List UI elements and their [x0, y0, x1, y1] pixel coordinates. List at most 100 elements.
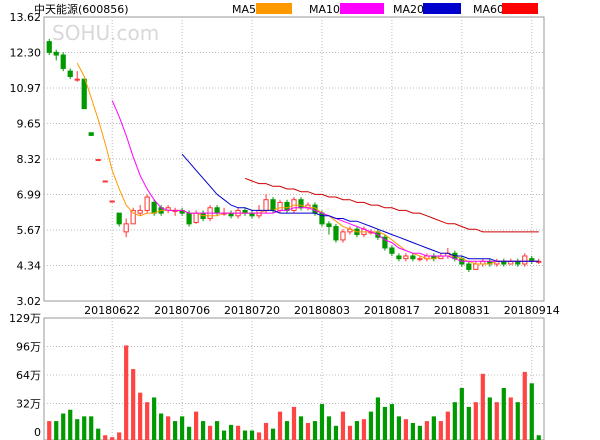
candle-body	[270, 199, 276, 211]
candle-body	[67, 70, 73, 77]
volume-bar	[501, 387, 506, 440]
candle-body	[144, 196, 150, 211]
candle-body	[277, 201, 283, 211]
volume-bar	[459, 387, 464, 440]
volume-bar	[256, 432, 262, 440]
candle-body	[46, 41, 52, 53]
candle-body	[417, 258, 423, 261]
ma-line-ma5	[76, 62, 539, 265]
stock-title: 中天能源(600856)	[34, 2, 129, 16]
volume-bar	[277, 411, 283, 440]
legend-label-ma5: MA5	[232, 3, 256, 16]
legend-swatch-ma20	[423, 3, 461, 14]
volume-bar	[61, 413, 66, 440]
volume-bar	[298, 416, 304, 440]
candle-body	[109, 200, 115, 203]
volume-bar	[291, 406, 297, 440]
price-tick-label: 4.34	[17, 260, 42, 273]
volume-bar	[508, 397, 513, 440]
volume-bar	[522, 371, 527, 440]
date-tick-label: 20180914	[504, 304, 560, 317]
volume-bar	[515, 402, 520, 440]
candle-body	[298, 199, 304, 209]
ma-legend: MA5 MA10 MA20 MA60	[232, 3, 538, 16]
volume-tick-label: 129万	[9, 312, 41, 325]
volume-bar	[228, 424, 234, 440]
date-tick-label: 20180831	[434, 304, 490, 317]
candle-body	[466, 263, 472, 270]
volume-bar	[340, 411, 346, 440]
price-tick-label: 13.62	[10, 11, 42, 24]
legend-swatch-ma60	[502, 3, 538, 14]
volume-bar	[452, 402, 457, 440]
volume-bar	[166, 416, 171, 440]
volume-bar	[347, 425, 353, 440]
candle-body	[389, 247, 395, 254]
volume-bar	[75, 419, 80, 440]
volume-bar	[305, 422, 311, 440]
candle-body	[340, 231, 346, 241]
volume-bar	[270, 428, 276, 440]
volume-tick-label: 96万	[16, 341, 41, 354]
volume-bar	[319, 404, 325, 440]
date-tick-label: 20180720	[224, 304, 280, 317]
candle-body	[151, 201, 157, 214]
ma-line-ma20	[181, 153, 539, 262]
volume-bar	[417, 425, 422, 440]
candle-body	[95, 159, 101, 162]
volume-bar	[194, 411, 199, 440]
ma-line-ma10	[111, 100, 539, 262]
legend-swatch-ma10	[340, 3, 384, 14]
volume-bar	[207, 425, 213, 440]
volume-bar	[473, 402, 478, 440]
volume-bar	[47, 421, 52, 440]
volume-bar	[424, 421, 429, 440]
volume-bar	[263, 422, 269, 440]
volume-bar	[187, 426, 192, 440]
date-tick-label: 20180817	[364, 304, 420, 317]
legend-label-ma10: MA10	[309, 3, 340, 16]
candle-body	[60, 54, 66, 69]
volume-bar	[536, 435, 541, 440]
price-tick-label: 12.30	[10, 47, 42, 60]
volume-bar	[333, 425, 339, 440]
price-tick-label: 8.32	[17, 153, 42, 166]
volume-bar	[117, 432, 122, 440]
stock-chart: 中天能源(600856) MA5 MA10 MA20 MA60 SOHU.com…	[9, 2, 560, 440]
candlesticks	[46, 38, 542, 273]
volume-bar	[173, 421, 178, 440]
candle-body	[473, 263, 479, 270]
candle-body	[193, 212, 199, 223]
volume-bar	[89, 416, 94, 440]
candle-body	[116, 212, 122, 225]
volume-bar	[96, 428, 101, 440]
candle-body	[396, 255, 402, 260]
candle-body	[403, 255, 409, 260]
candle-body	[74, 78, 80, 81]
volume-bars	[47, 345, 541, 440]
volume-bar	[131, 369, 136, 440]
candle-body	[522, 255, 528, 265]
volume-bar	[138, 392, 143, 440]
volume-bar	[235, 425, 241, 440]
candle-body	[214, 207, 220, 214]
volume-bar	[249, 430, 255, 440]
volume-bar	[159, 413, 164, 440]
volume-bar	[480, 373, 485, 440]
volume-bar	[410, 422, 415, 440]
legend-label-ma20: MA20	[393, 3, 424, 16]
volume-bar	[103, 435, 108, 440]
volume-bar	[214, 421, 220, 440]
price-tick-label: 3.02	[17, 295, 42, 308]
candle-body	[137, 209, 143, 214]
volume-bar	[368, 411, 374, 440]
candle-body	[333, 226, 339, 241]
volume-bar	[382, 406, 388, 440]
volume-bar	[152, 397, 157, 440]
candle-body	[53, 51, 59, 56]
candle-body	[284, 201, 290, 211]
date-axis: 20180622 20180706 20180720 20180803 20180817…	[84, 304, 560, 317]
volume-bar	[68, 409, 73, 440]
candle-body	[81, 78, 87, 110]
volume-bar	[354, 421, 360, 440]
